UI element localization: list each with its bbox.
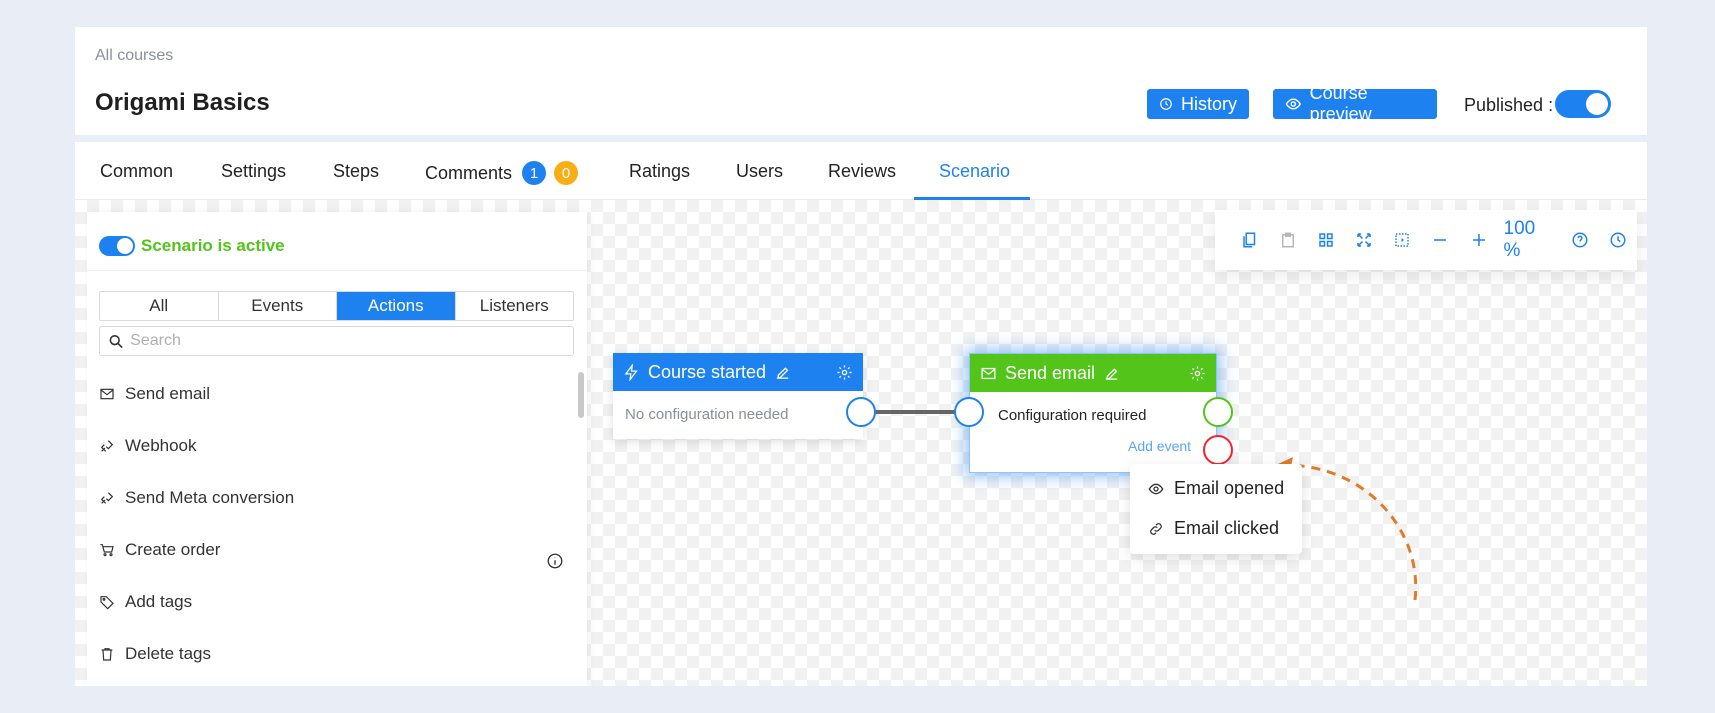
history-label: History [1180, 93, 1237, 114]
node-send-email[interactable]: Send email Configuration required Add ev… [969, 353, 1217, 473]
course-header: All courses Origami Basics History Cours… [75, 27, 1647, 135]
history-button[interactable]: History [1147, 89, 1249, 119]
mail-icon [981, 367, 996, 379]
eye-icon [1148, 483, 1164, 494]
menu-item-email-clicked[interactable]: Email clicked [1148, 518, 1279, 539]
link-icon [1150, 522, 1162, 535]
input-port[interactable] [954, 397, 984, 427]
add-event-link[interactable]: Add event [1128, 438, 1191, 454]
tab-ratings[interactable]: Ratings [629, 161, 690, 182]
node-description: Configuration required [998, 407, 1147, 424]
node-header: Course started [613, 353, 863, 391]
event-output-port[interactable] [1203, 435, 1233, 465]
gear-icon[interactable] [1189, 365, 1206, 382]
lightning-icon [624, 363, 638, 381]
course-preview-button[interactable]: Course preview [1273, 83, 1437, 124]
output-port[interactable] [846, 397, 876, 427]
menu-item-label: Email opened [1174, 478, 1285, 498]
published-label: Published : [1464, 95, 1554, 115]
menu-item-email-opened[interactable]: Email opened [1148, 478, 1284, 499]
tab-common[interactable]: Common [100, 161, 173, 182]
menu-item-label: Email clicked [1174, 518, 1280, 538]
course-preview-label: Course preview [1309, 83, 1372, 124]
node-description: No configuration needed [625, 406, 789, 423]
published-toggle[interactable] [1555, 90, 1611, 118]
page-title: Origami Basics [95, 89, 270, 116]
breadcrumb[interactable]: All courses [95, 47, 173, 65]
history-icon [1160, 98, 1172, 110]
hint-arrow [1284, 463, 1418, 601]
success-output-port[interactable] [1203, 397, 1233, 427]
course-tabs: Common Settings Steps Comments 1 0 Ratin… [75, 142, 1647, 200]
comments-pending-badge: 0 [554, 161, 579, 185]
node-title: Course started [648, 361, 767, 382]
edit-icon[interactable] [774, 364, 791, 381]
tab-reviews[interactable]: Reviews [828, 161, 896, 182]
scenario-canvas[interactable]: Scenario is active All Events Actions Li… [75, 200, 1647, 686]
edit-icon[interactable] [1103, 365, 1120, 382]
gear-icon[interactable] [836, 364, 853, 381]
eye-icon [1285, 98, 1302, 110]
tab-scenario[interactable]: Scenario [939, 161, 1010, 182]
tab-steps[interactable]: Steps [333, 161, 379, 182]
tab-settings[interactable]: Settings [221, 161, 286, 182]
connections-layer [860, 410, 1418, 601]
comments-count-badge: 1 [522, 161, 547, 185]
tab-comments[interactable]: Comments 1 0 [425, 161, 579, 185]
add-event-menu: Email opened Email clicked [1130, 464, 1302, 554]
node-title: Send email [1005, 362, 1096, 383]
node-course-started[interactable]: Course started No configuration needed [613, 353, 863, 439]
tab-users[interactable]: Users [736, 161, 783, 182]
node-header: Send email [970, 354, 1216, 392]
